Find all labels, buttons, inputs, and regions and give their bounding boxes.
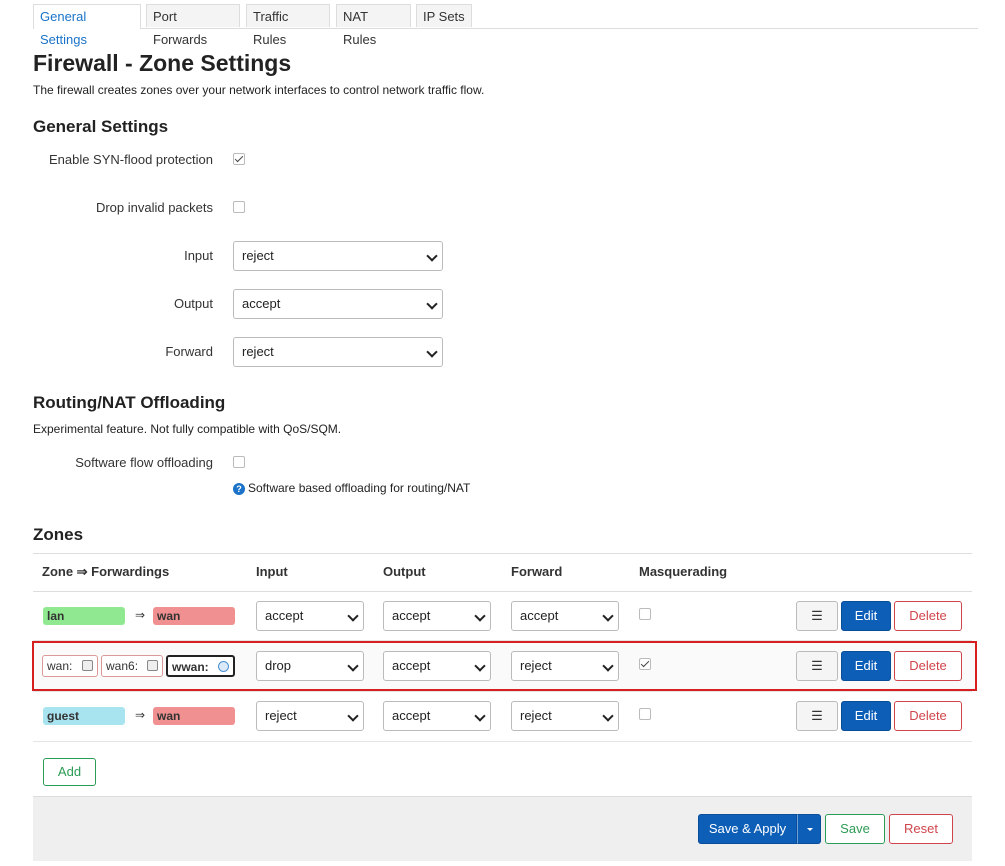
syn-flood-checkbox[interactable] <box>233 153 245 165</box>
col-masquerading: Masquerading <box>639 564 728 579</box>
general-settings-heading: General Settings <box>33 117 169 136</box>
tab-port-forwards[interactable]: Port Forwards <box>146 4 240 47</box>
row-menu-button[interactable]: ☰ <box>796 601 838 631</box>
chevron-down-icon <box>474 610 486 622</box>
chevron-down-icon <box>426 250 438 262</box>
sw-offload-checkbox[interactable] <box>233 456 245 468</box>
zone-output-value: accept <box>392 708 431 723</box>
edit-button[interactable]: Edit <box>841 701 891 731</box>
sw-offload-label: Software flow offloading <box>75 455 213 470</box>
col-forward: Forward <box>511 564 563 579</box>
delete-button[interactable]: Delete <box>894 601 962 631</box>
col-output: Output <box>383 564 426 579</box>
row-menu-button[interactable]: ☰ <box>796 701 838 731</box>
output-policy-value: accept <box>242 296 281 311</box>
page-description: The firewall creates zones over your net… <box>33 83 485 97</box>
input-policy-select[interactable]: reject <box>233 241 443 271</box>
zone-badge-lan: lan <box>43 607 125 625</box>
zone-forward-select[interactable]: accept <box>511 601 619 631</box>
chevron-down-icon <box>347 610 359 622</box>
zone-input-value: accept <box>265 608 304 623</box>
zone-badge-wan: wan <box>153 707 235 725</box>
syn-flood-label: Enable SYN-flood protection <box>48 152 213 167</box>
tab-ip-sets[interactable]: IP Sets <box>416 4 472 27</box>
save-button[interactable]: Save <box>825 814 885 844</box>
row-highlight-frame <box>32 641 977 691</box>
zone-badge-guest: guest <box>43 707 125 725</box>
delete-button[interactable]: Delete <box>894 701 962 731</box>
tab-traffic-rules[interactable]: Traffic Rules <box>246 4 330 47</box>
col-input: Input <box>256 564 288 579</box>
zone-input-select[interactable]: reject <box>256 701 364 731</box>
zone-output-value: accept <box>392 608 431 623</box>
offloading-heading: Routing/NAT Offloading <box>33 393 226 412</box>
help-icon: ? <box>233 482 245 495</box>
col-zone-forwardings: Zone ⇒ Forwardings <box>42 564 170 579</box>
caret-down-icon <box>807 828 813 831</box>
input-policy-value: reject <box>242 248 274 263</box>
zone-input-select[interactable]: accept <box>256 601 364 631</box>
zone-forward-select[interactable]: reject <box>511 701 619 731</box>
masquerading-checkbox[interactable] <box>639 708 651 720</box>
page-title: Firewall - Zone Settings <box>33 50 292 76</box>
save-apply-button[interactable]: Save & Apply <box>698 814 797 844</box>
chevron-down-icon <box>426 298 438 310</box>
zone-output-select[interactable]: accept <box>383 601 491 631</box>
forward-policy-value: reject <box>242 344 274 359</box>
forward-arrow: ⇒ <box>135 708 146 722</box>
drop-invalid-checkbox[interactable] <box>233 201 245 213</box>
zone-forward-value: reject <box>520 708 552 723</box>
masquerading-checkbox[interactable] <box>639 608 651 620</box>
chevron-down-icon <box>474 710 486 722</box>
zones-table-header: Zone ⇒ Forwardings Input Output Forward … <box>33 553 972 592</box>
tab-bar: General Settings Port Forwards Traffic R… <box>33 4 978 47</box>
add-zone-button[interactable]: Add <box>43 758 96 786</box>
output-policy-select[interactable]: accept <box>233 289 443 319</box>
zone-input-value: reject <box>265 708 297 723</box>
drop-invalid-label: Drop invalid packets <box>95 200 213 215</box>
tab-general-settings[interactable]: General Settings <box>33 4 141 47</box>
row-divider <box>33 691 972 692</box>
sw-offload-help: ? Software based offloading for routing/N… <box>233 481 470 495</box>
tab-nat-rules[interactable]: NAT Rules <box>336 4 411 47</box>
save-apply-dropdown-button[interactable] <box>797 814 821 844</box>
input-label: Input <box>184 248 213 263</box>
forward-arrow: ⇒ <box>135 608 146 622</box>
edit-button[interactable]: Edit <box>841 601 891 631</box>
zone-forward-value: accept <box>520 608 559 623</box>
zone-output-select[interactable]: accept <box>383 701 491 731</box>
sw-offload-help-text: Software based offloading for routing/NA… <box>248 481 471 495</box>
zone-badge-wan: wan <box>153 607 235 625</box>
forward-policy-select[interactable]: reject <box>233 337 443 367</box>
row-divider <box>33 741 972 742</box>
chevron-down-icon <box>602 710 614 722</box>
chevron-down-icon <box>426 346 438 358</box>
output-label: Output <box>173 296 213 311</box>
reset-button[interactable]: Reset <box>889 814 953 844</box>
zones-heading: Zones <box>33 525 84 544</box>
offloading-description: Experimental feature. Not fully compatib… <box>33 422 342 436</box>
chevron-down-icon <box>602 610 614 622</box>
chevron-down-icon <box>347 710 359 722</box>
forward-label: Forward <box>165 344 213 359</box>
